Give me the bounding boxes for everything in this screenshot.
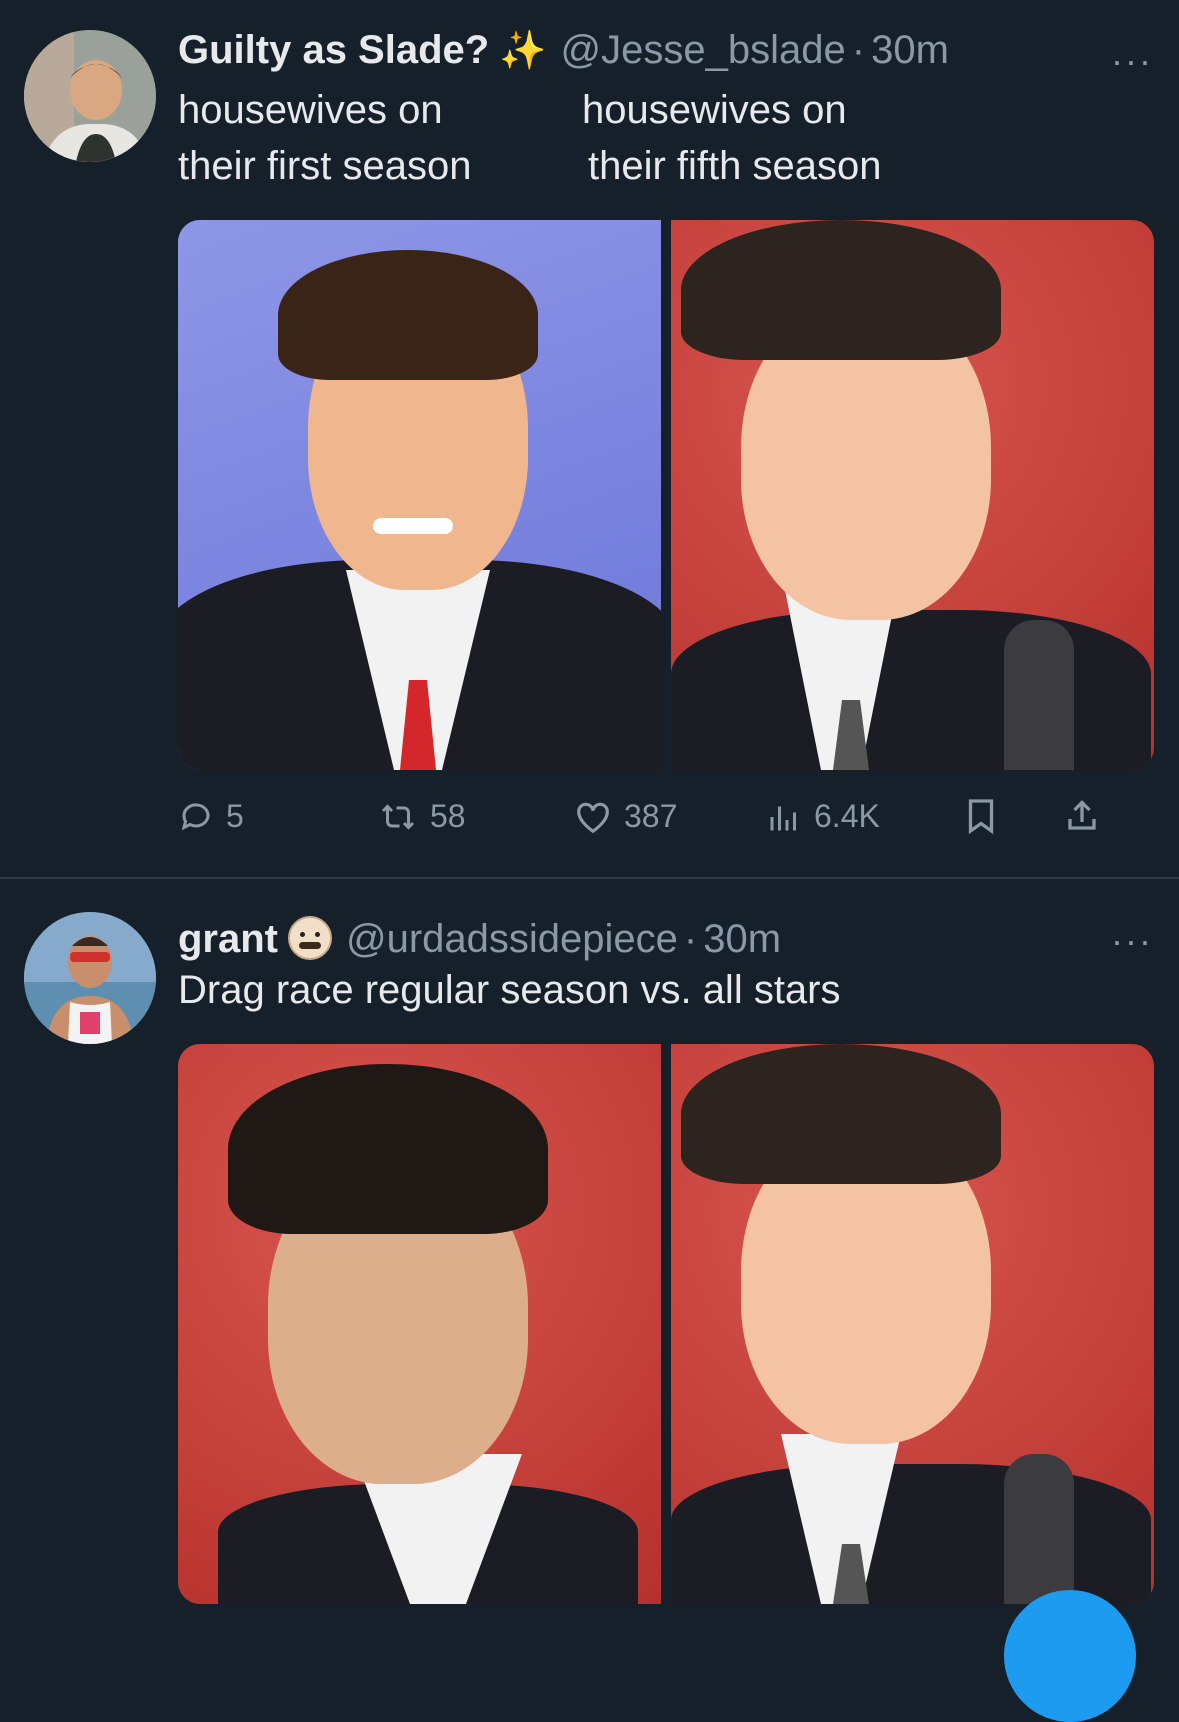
tweet-header: Guilty as Slade? ✨ @Jesse_bslade · 30m — [178, 28, 949, 73]
media-grid[interactable] — [178, 220, 1154, 770]
tweet-text: housewives on their first season housewi… — [178, 82, 986, 194]
photo-left[interactable] — [178, 1044, 661, 1604]
share-button[interactable] — [1064, 798, 1100, 834]
tweet-text: Drag race regular season vs. all stars — [178, 968, 841, 1012]
action-bar: 5 58 387 6.4K — [178, 798, 1154, 838]
separator: · — [851, 28, 866, 72]
reply-button[interactable]: 5 — [178, 798, 244, 835]
separator: · — [683, 917, 698, 961]
bookmark-button[interactable] — [964, 798, 998, 834]
reply-count: 5 — [226, 798, 244, 834]
avatar[interactable] — [24, 912, 156, 1044]
reply-icon — [178, 799, 214, 835]
display-name[interactable]: Guilty as Slade? — [178, 28, 489, 73]
face-emoji-icon — [288, 916, 332, 960]
tweet[interactable]: grant @urdadssidepiece · 30m ··· Drag ra… — [0, 880, 1179, 1634]
compose-button[interactable] — [1004, 1590, 1136, 1722]
avatar[interactable] — [24, 30, 156, 162]
heart-icon — [574, 799, 612, 835]
timestamp[interactable]: 30m — [703, 917, 781, 962]
tweet-divider — [0, 877, 1179, 879]
photo-right[interactable] — [671, 1044, 1154, 1604]
text-column-right: housewives on their fifth season — [582, 82, 986, 194]
handle[interactable]: @urdadssidepiece — [346, 917, 678, 962]
timestamp[interactable]: 30m — [871, 28, 949, 73]
tweet-header: grant @urdadssidepiece · 30m — [178, 908, 781, 962]
media-grid[interactable] — [178, 1044, 1154, 1604]
views-button[interactable]: 6.4K — [766, 798, 880, 835]
sparkles-icon: ✨ — [499, 30, 547, 72]
tweet[interactable]: Guilty as Slade? ✨ @Jesse_bslade · 30m ·… — [0, 0, 1179, 878]
text-line: their fifth season — [588, 144, 882, 188]
analytics-icon — [766, 799, 802, 835]
text-line: housewives on — [178, 88, 443, 132]
like-button[interactable]: 387 — [574, 798, 677, 835]
more-options-icon[interactable]: ··· — [1111, 920, 1153, 962]
share-icon — [1064, 798, 1100, 834]
repost-icon — [378, 799, 418, 835]
repost-count: 58 — [430, 798, 466, 834]
text-line: housewives on — [582, 88, 847, 132]
like-count: 387 — [624, 798, 678, 834]
photo-left[interactable] — [178, 220, 661, 770]
display-name[interactable]: grant — [178, 917, 278, 962]
photo-right[interactable] — [671, 220, 1154, 770]
more-options-icon[interactable]: ··· — [1111, 40, 1153, 82]
repost-button[interactable]: 58 — [378, 798, 466, 835]
bookmark-icon — [964, 798, 998, 834]
handle[interactable]: @Jesse_bslade — [561, 28, 846, 73]
view-count: 6.4K — [814, 798, 880, 834]
text-column-left: housewives on their first season — [178, 82, 582, 194]
text-line: their first season — [178, 144, 472, 188]
